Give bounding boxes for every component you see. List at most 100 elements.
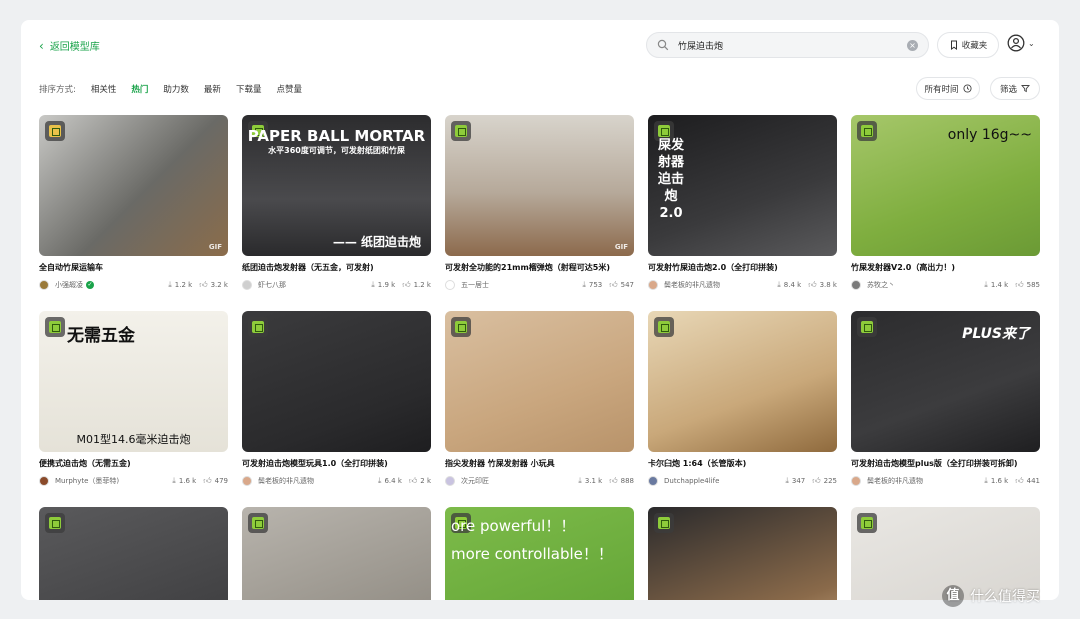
- model-title[interactable]: 可发射竹屎迫击炮2.0（全打印拼装): [648, 262, 837, 273]
- model-title[interactable]: 竹屎发射器V2.0（高出力！): [851, 262, 1040, 273]
- like-count: 3.8 k: [819, 281, 837, 289]
- model-card[interactable]: 卡尔臼炮 1:64（长管版本) Dutchapple4life ⤓ 347 👍︎ 225: [648, 311, 837, 487]
- sort-option-popular[interactable]: 热门: [131, 83, 148, 95]
- sort-option-downloads[interactable]: 下载量: [236, 83, 262, 95]
- model-title[interactable]: 可发射全功能的21mm榴弹炮（射程可达5米): [445, 262, 634, 273]
- model-thumbnail[interactable]: 屎发射器 迫击炮2.0: [648, 115, 837, 256]
- model-thumbnail[interactable]: [242, 507, 431, 600]
- author-name[interactable]: 鬓老板的非凡遗物: [867, 476, 984, 486]
- watermark-text: 什么值得买: [970, 589, 1040, 605]
- time-range-select[interactable]: 所有时间: [916, 77, 980, 100]
- model-card[interactable]: 指尖发射器 竹屎发射器 小玩具 次元印匠 ⤓ 3.1 k 👍︎ 888: [445, 311, 634, 487]
- sort-option-likes[interactable]: 点赞量: [276, 83, 302, 95]
- clear-search-icon[interactable]: ×: [907, 39, 918, 51]
- bambu-badge-icon: [451, 121, 471, 141]
- author-avatar[interactable]: [851, 476, 861, 486]
- author-avatar[interactable]: [648, 280, 658, 290]
- model-thumbnail[interactable]: [648, 311, 837, 452]
- model-card[interactable]: [242, 507, 431, 600]
- model-thumbnail[interactable]: [242, 311, 431, 452]
- model-thumbnail[interactable]: ore powerful！！ more controllable！！: [445, 507, 634, 600]
- model-thumbnail[interactable]: GIF: [39, 115, 228, 256]
- author-avatar[interactable]: [445, 476, 455, 486]
- author-avatar[interactable]: [242, 476, 252, 486]
- model-thumbnail[interactable]: PAPER BALL MORTAR 水平360度可调节，可发射纸团和竹屎 —— 纸团…: [242, 115, 431, 256]
- main-panel: ‹ 返回模型库 × 收藏夹 ⌄ 排序方式:: [21, 20, 1059, 600]
- bambu-badge-icon: [45, 317, 65, 337]
- model-title[interactable]: 指尖发射器 竹屎发射器 小玩具: [445, 458, 634, 469]
- model-stats: ⤓ 1.6 k 👍︎ 479: [172, 476, 228, 486]
- author-avatar[interactable]: [851, 280, 861, 290]
- bookmark-icon: [950, 40, 957, 50]
- model-title[interactable]: 卡尔臼炮 1:64（长管版本): [648, 458, 837, 469]
- filter-button[interactable]: 筛选: [990, 77, 1040, 100]
- author-name[interactable]: Dutchapple4life: [664, 477, 785, 485]
- model-card[interactable]: ore powerful！！ more controllable！！: [445, 507, 634, 600]
- model-thumbnail[interactable]: [648, 507, 837, 600]
- author-avatar[interactable]: [445, 280, 455, 290]
- bambu-badge-icon: [857, 513, 877, 533]
- filter-label: 筛选: [999, 84, 1017, 95]
- sort-option-newest[interactable]: 最新: [204, 83, 221, 95]
- model-card[interactable]: [648, 507, 837, 600]
- author-name-text: 苏牧之丶: [867, 281, 895, 289]
- model-title[interactable]: 可发射迫击炮模型玩具1.0（全打印拼装): [242, 458, 431, 469]
- author-avatar[interactable]: [242, 280, 252, 290]
- author-name[interactable]: 次元印匠: [461, 476, 578, 486]
- sort-option-relevance[interactable]: 相关性: [91, 83, 117, 95]
- bambu-badge-icon: [248, 513, 268, 533]
- model-title[interactable]: 全自动竹屎运输车: [39, 262, 228, 273]
- like-icon: 👍︎: [1015, 280, 1024, 289]
- model-thumbnail[interactable]: GIF: [445, 115, 634, 256]
- author-avatar[interactable]: [648, 476, 658, 486]
- author-name[interactable]: 鬓老板的非凡遗物: [258, 476, 378, 486]
- like-icon: 👍︎: [402, 280, 411, 289]
- model-thumbnail[interactable]: [39, 507, 228, 600]
- like-icon: 👍︎: [1015, 476, 1024, 485]
- sort-label: 排序方式:: [39, 85, 76, 95]
- model-thumbnail[interactable]: PLUS来了: [851, 311, 1040, 452]
- model-title[interactable]: 纸团迫击炮发射器（无五金，可发射): [242, 262, 431, 273]
- model-card[interactable]: PLUS来了 可发射迫击炮模型plus版（全打印拼装可拆卸) 鬓老板的非凡遗物 ⤓ 1.…: [851, 311, 1040, 487]
- author-name[interactable]: 苏牧之丶: [867, 280, 984, 290]
- model-card[interactable]: 可发射迫击炮模型玩具1.0（全打印拼装) 鬓老板的非凡遗物 ⤓ 6.4 k 👍︎ 2 k: [242, 311, 431, 487]
- model-card[interactable]: [39, 507, 228, 600]
- model-card[interactable]: GIF 可发射全功能的21mm榴弹炮（射程可达5米) 五一居士 ⤓ 753 👍︎ 547: [445, 115, 634, 291]
- back-label: 返回模型库: [49, 42, 100, 53]
- author-name[interactable]: 五一居士: [461, 280, 582, 290]
- model-thumbnail[interactable]: 无需五金 M01型14.6毫米迫击炮: [39, 311, 228, 452]
- author-name-text: Dutchapple4life: [664, 477, 720, 485]
- chevron-left-icon: ‹: [39, 38, 44, 53]
- bambu-badge-icon: [654, 317, 674, 337]
- author-name[interactable]: 虾七八那: [258, 280, 371, 290]
- author-name[interactable]: 鬓老板的非凡遗物: [664, 280, 777, 290]
- model-card[interactable]: GIF 全自动竹屎运输车 小强嘏凌 ✓ ⤓ 1.2 k 👍︎ 3.2 k: [39, 115, 228, 291]
- model-card[interactable]: 无需五金 M01型14.6毫米迫击炮便携式迫击炮（无需五金) Murphyte（墨菲…: [39, 311, 228, 487]
- like-count: 585: [1026, 281, 1040, 289]
- user-menu[interactable]: ⌄: [1007, 34, 1035, 52]
- author-avatar[interactable]: [39, 280, 49, 290]
- back-to-library-link[interactable]: ‹ 返回模型库: [39, 38, 100, 54]
- author-name[interactable]: Murphyte（墨菲特): [55, 476, 172, 486]
- model-card[interactable]: 屎发射器 迫击炮2.0 可发射竹屎迫击炮2.0（全打印拼装) 鬓老板的非凡遗物 ⤓ 8.…: [648, 115, 837, 291]
- search-input[interactable]: [678, 40, 907, 50]
- model-card[interactable]: only 16g~~ 竹屎发射器V2.0（高出力！) 苏牧之丶 ⤓ 1.4 k 👍︎ 585: [851, 115, 1040, 291]
- verified-icon: ✓: [86, 281, 94, 289]
- model-stats: ⤓ 1.4 k 👍︎ 585: [984, 280, 1040, 290]
- thumbnail-subcaption: M01型14.6毫米迫击炮: [76, 433, 191, 446]
- author-name[interactable]: 小强嘏凌 ✓: [55, 280, 168, 290]
- model-title[interactable]: 可发射迫击炮模型plus版（全打印拼装可拆卸): [851, 458, 1040, 469]
- like-icon: 👍︎: [812, 476, 821, 485]
- download-count: 1.6 k: [990, 477, 1009, 485]
- author-avatar[interactable]: [39, 476, 49, 486]
- model-thumbnail[interactable]: only 16g~~: [851, 115, 1040, 256]
- favorites-button[interactable]: 收藏夹: [937, 32, 999, 58]
- model-thumbnail[interactable]: [445, 311, 634, 452]
- bambu-badge-icon: [248, 317, 268, 337]
- download-count: 1.9 k: [377, 281, 396, 289]
- model-card[interactable]: PAPER BALL MORTAR 水平360度可调节，可发射纸团和竹屎 —— 纸团…: [242, 115, 431, 291]
- search-box[interactable]: ×: [646, 32, 929, 58]
- download-icon: ⤓: [984, 280, 988, 289]
- model-title[interactable]: 便携式迫击炮（无需五金): [39, 458, 228, 469]
- sort-option-boosts[interactable]: 助力数: [163, 83, 189, 95]
